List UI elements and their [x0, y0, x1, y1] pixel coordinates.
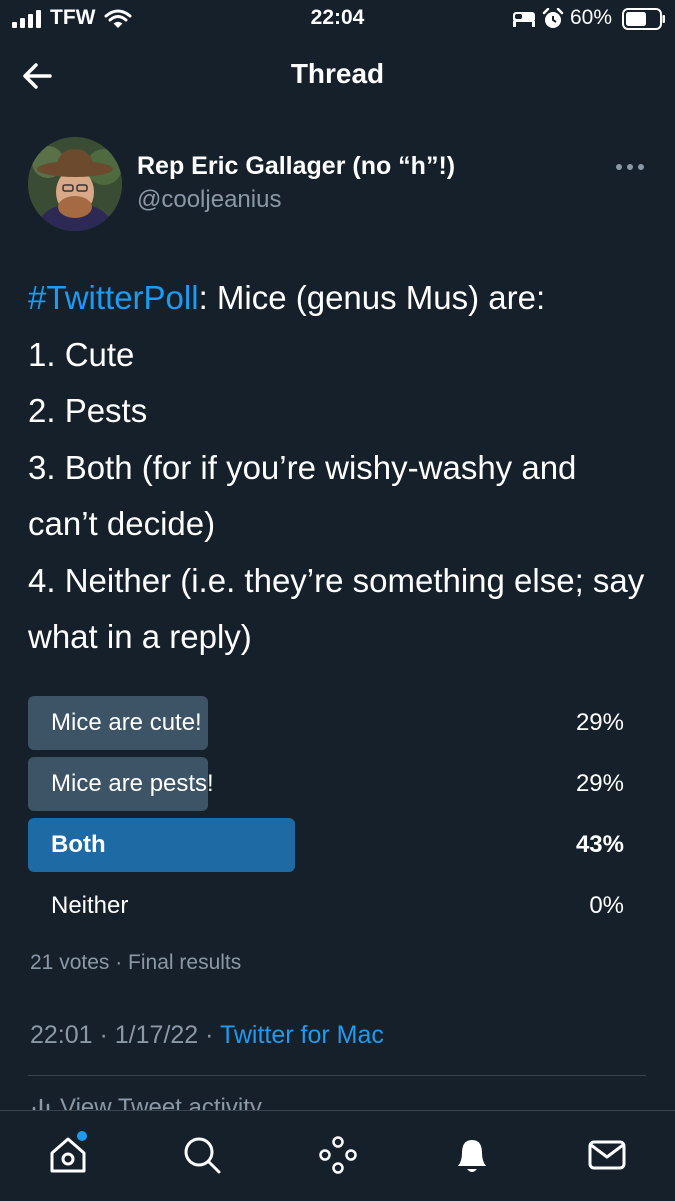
tweet-timestamp: 22:01 · 1/17/22 · Twitter for Mac	[30, 1021, 384, 1049]
alarm-icon	[542, 8, 564, 28]
poll-option-label: Mice are pests!	[51, 770, 214, 797]
poll-option-percent: 29%	[575, 770, 624, 797]
poll-option-percent: 29%	[575, 709, 624, 736]
poll-option: Mice are pests! 29%	[28, 757, 648, 811]
bed-icon	[513, 12, 535, 27]
tweet-text: #TwitterPoll: Mice (genus Mus) are: 1. C…	[28, 270, 648, 666]
unread-indicator	[77, 1131, 87, 1141]
poll-option-percent: 43%	[575, 831, 624, 858]
poll-summary: 21 votes · Final results	[30, 951, 242, 974]
spaces-icon[interactable]	[316, 1133, 360, 1177]
more-options-icon[interactable]	[614, 158, 646, 176]
search-icon[interactable]	[180, 1133, 224, 1177]
author-handle[interactable]: @cooljeanius	[137, 186, 281, 214]
notifications-icon[interactable]	[450, 1133, 494, 1177]
messages-icon[interactable]	[585, 1133, 629, 1177]
status-bar: TFW 22:04 60%	[0, 0, 675, 38]
hashtag-link[interactable]: #TwitterPoll	[28, 279, 199, 316]
battery-percent: 60%	[570, 6, 613, 29]
poll-option: Neither 0%	[28, 879, 648, 933]
page-title: Thread	[290, 58, 385, 89]
tweet-time: 22:01	[30, 1021, 93, 1049]
battery-icon	[622, 8, 665, 30]
avatar[interactable]	[28, 137, 122, 231]
poll-option: Mice are cute! 29%	[28, 696, 648, 750]
profile-photo	[28, 137, 122, 231]
tweet-source-link[interactable]: Twitter for Mac	[220, 1021, 384, 1049]
poll-option-leading: Both 43%	[28, 818, 648, 872]
tweet-body: : Mice (genus Mus) are: 1. Cute 2. Pests…	[28, 279, 645, 655]
tweet-date: 1/17/22	[114, 1021, 199, 1049]
poll-option-percent: 0%	[589, 892, 624, 919]
divider	[28, 1075, 646, 1076]
author-name[interactable]: Rep Eric Gallager (no “h”!)	[137, 152, 455, 181]
bottom-tab-bar	[0, 1110, 675, 1201]
poll-option-label: Mice are cute!	[51, 709, 202, 736]
poll-option-label: Both	[51, 831, 106, 858]
poll-option-label: Neither	[51, 892, 129, 919]
